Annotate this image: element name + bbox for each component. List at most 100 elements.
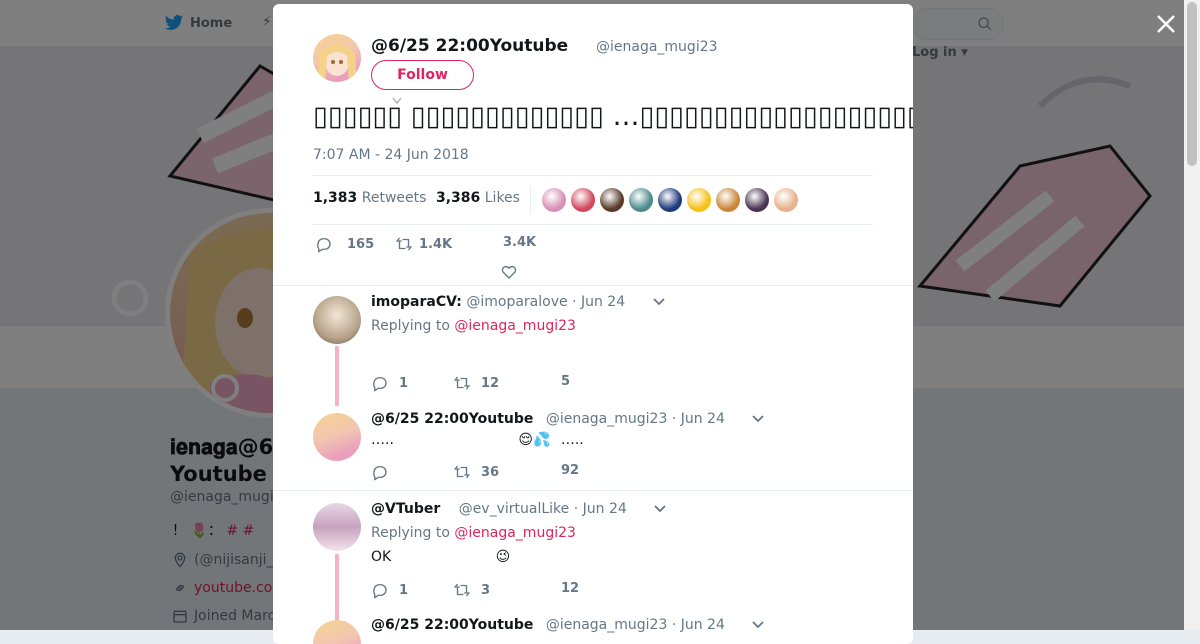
reply-icon	[317, 238, 331, 253]
liker-avatar[interactable]	[571, 188, 595, 212]
reply-actions: 1 12 5	[371, 374, 771, 398]
reply-action[interactable]: 1	[371, 374, 408, 392]
close-icon	[1157, 15, 1175, 33]
reply-action[interactable]: 1	[371, 581, 408, 599]
reply-author-handle[interactable]: @ienaga_mugi23	[546, 617, 668, 633]
like-action[interactable]: 92	[561, 463, 579, 478]
reply-actions: 1 3 12	[371, 581, 771, 605]
like-count: 5	[561, 374, 571, 389]
retweet-action[interactable]: 1.4K	[395, 235, 452, 253]
like-action[interactable]: 3.4K	[503, 235, 536, 250]
liker-avatar[interactable]	[774, 188, 798, 212]
retweet-action[interactable]: 12	[453, 374, 499, 392]
reply-date[interactable]: · Jun 24	[672, 617, 725, 633]
reply-icon	[373, 584, 387, 599]
reply-avatar[interactable]	[313, 503, 361, 551]
like-action[interactable]: 12	[561, 581, 579, 596]
like-count: 12	[561, 581, 580, 596]
replying-to: Replying to @ienaga_mugi23	[371, 525, 576, 541]
reply-header: @VTuber @ev_virtualLike · Jun 24	[371, 501, 667, 517]
reply-count: 1	[399, 582, 409, 598]
reply-text: OK 😉	[371, 549, 510, 565]
reply-text-emoji: 😉	[495, 549, 511, 565]
reply-text-left: OK	[371, 549, 392, 565]
reply-date[interactable]: · Jun 24	[572, 294, 625, 310]
liker-avatar[interactable]	[542, 188, 566, 212]
replying-to-link[interactable]: @ienaga_mugi23	[454, 525, 576, 541]
reply-actions: 36 92	[371, 463, 771, 487]
reply-author-name[interactable]: imoparaCV:	[371, 294, 462, 310]
liker-avatar[interactable]	[629, 188, 653, 212]
replying-to-label: Replying to	[371, 318, 450, 334]
replying-to: Replying to @ienaga_mugi23	[371, 318, 576, 334]
chevron-down-icon[interactable]	[653, 504, 667, 514]
reply-icon	[373, 377, 387, 392]
thread-line	[335, 346, 339, 406]
tweet-author-name[interactable]: @6/25 22:00Youtube	[371, 36, 568, 56]
like-action[interactable]: 5	[561, 374, 570, 389]
caret-icon	[392, 97, 402, 105]
reply-author-handle[interactable]: @ienaga_mugi23	[546, 411, 668, 427]
reply-author-name[interactable]: @VTuber	[371, 501, 440, 517]
reply-header: @6/25 22:00Youtube @ienaga_mugi23 · Jun …	[371, 617, 765, 633]
retweets-stat[interactable]: 1,383 Retweets	[313, 190, 426, 206]
likes-stat[interactable]: 3,386 Likes	[436, 190, 520, 206]
reply-text-right: …..	[560, 432, 584, 448]
likes-label: Likes	[484, 190, 520, 206]
like-count: 92	[561, 463, 580, 478]
tweet-author-avatar[interactable]	[313, 34, 361, 82]
reply-action[interactable]: 165	[315, 235, 374, 253]
retweets-count: 1,383	[313, 190, 358, 206]
reply-author-name[interactable]: @6/25 22:00Youtube	[371, 411, 533, 427]
reply-avatar[interactable]	[313, 620, 361, 644]
liker-avatar[interactable]	[716, 188, 740, 212]
reply-author-handle[interactable]: @imoparalove	[466, 294, 567, 310]
retweet-icon	[453, 583, 471, 597]
liker-avatar[interactable]	[687, 188, 711, 212]
follow-button[interactable]: Follow	[371, 60, 474, 90]
retweets-label: Retweets	[361, 190, 427, 206]
reply-avatar[interactable]	[313, 296, 361, 344]
chevron-down-icon[interactable]	[751, 414, 765, 424]
retweet-action[interactable]: 36	[453, 463, 499, 481]
like-count: 3.4K	[503, 235, 537, 250]
liker-avatar[interactable]	[658, 188, 682, 212]
reply-header: imoparaCV: @imoparalove · Jun 24	[371, 294, 666, 310]
reply-date[interactable]: · Jun 24	[574, 501, 627, 517]
close-modal-button[interactable]	[1154, 12, 1178, 36]
reply-author-name[interactable]: @6/25 22:00Youtube	[371, 617, 533, 633]
liker-avatar[interactable]	[745, 188, 769, 212]
retweet-icon	[395, 237, 413, 251]
tweet-timestamp[interactable]: 7:07 AM - 24 Jun 2018	[313, 147, 469, 163]
reply-count: 165	[347, 236, 375, 252]
tweet-author-handle[interactable]: @ienaga_mugi23	[596, 39, 718, 55]
reply-count: 1	[399, 375, 409, 391]
tweet-actions: 165 1.4K 3.4K	[313, 233, 873, 283]
reply-icon	[373, 466, 387, 481]
reply-text: ….. 😌💦 …..	[371, 432, 584, 448]
tweet-text-content: ▯▯▯▯▯▯ ▯▯▯▯▯▯▯▯▯▯▯▯▯ …▯▯▯▯▯▯▯▯▯▯▯▯▯▯▯▯▯▯…	[313, 101, 913, 132]
tweet-text: ▯▯▯▯▯▯ ▯▯▯▯▯▯▯▯▯▯▯▯▯ …▯▯▯▯▯▯▯▯▯▯▯▯▯▯▯▯▯▯…	[313, 96, 913, 137]
tweet-stats: 1,383 Retweets 3,386 Likes	[313, 175, 873, 225]
reply-text-emoji: 😌💦	[518, 432, 551, 448]
reply-separator	[273, 490, 913, 491]
heart-icon[interactable]	[500, 263, 518, 281]
reply-action[interactable]	[371, 463, 389, 481]
replying-to-link[interactable]: @ienaga_mugi23	[454, 318, 576, 334]
reply-date[interactable]: · Jun 24	[672, 411, 725, 427]
reply-header: @6/25 22:00Youtube @ienaga_mugi23 · Jun …	[371, 411, 765, 427]
page-scrollbar[interactable]	[1184, 0, 1200, 630]
reply-avatar[interactable]	[313, 413, 361, 461]
chevron-down-icon[interactable]	[652, 297, 666, 307]
reply-text-left: …..	[371, 432, 394, 448]
reply-separator	[273, 285, 913, 286]
retweet-icon	[453, 465, 471, 479]
replying-to-label: Replying to	[371, 525, 450, 541]
retweet-count: 36	[481, 464, 500, 480]
reply-author-handle[interactable]: @ev_virtualLike	[459, 501, 570, 517]
scrollbar-thumb[interactable]	[1187, 2, 1197, 166]
retweet-action[interactable]: 3	[453, 581, 490, 599]
retweet-count: 12	[481, 375, 500, 391]
chevron-down-icon[interactable]	[751, 620, 765, 630]
liker-avatar[interactable]	[600, 188, 624, 212]
